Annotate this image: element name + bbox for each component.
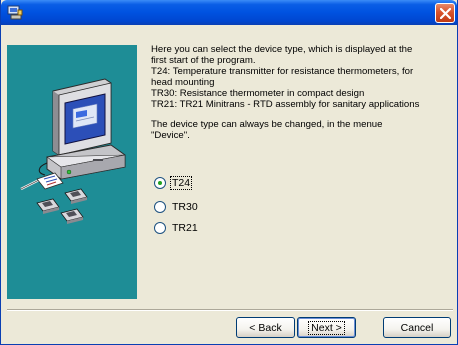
cancel-button[interactable]: Cancel bbox=[383, 317, 451, 338]
title-bar[interactable] bbox=[1, 0, 457, 25]
description-line: head mounting bbox=[151, 77, 215, 88]
back-button[interactable]: < Back bbox=[236, 317, 295, 338]
device-type-description: Here you can select the device type, whi… bbox=[151, 44, 456, 141]
back-button-label: < Back bbox=[249, 321, 282, 334]
computer-setup-illustration bbox=[20, 78, 126, 224]
close-icon bbox=[440, 8, 451, 19]
radio-label-tr30[interactable]: TR30 bbox=[171, 201, 199, 213]
button-separator bbox=[7, 309, 453, 311]
next-button-label: Next > bbox=[308, 320, 345, 335]
close-button[interactable] bbox=[435, 3, 455, 23]
description-line: first start of the program. bbox=[151, 55, 256, 66]
radio-option-t24[interactable]: T24 bbox=[154, 176, 193, 190]
radio-button-tr21[interactable] bbox=[154, 222, 166, 234]
setup-app-icon bbox=[7, 5, 23, 20]
radio-label-tr21[interactable]: TR21 bbox=[171, 222, 199, 234]
description-line: T24: Temperature transmitter for resista… bbox=[151, 66, 414, 77]
description-line: "Device". bbox=[151, 130, 190, 141]
radio-label-t24[interactable]: T24 bbox=[169, 176, 193, 190]
setup-wizard-window: Here you can select the device type, whi… bbox=[0, 0, 458, 345]
description-line: TR30: Resistance thermometer in compact … bbox=[151, 88, 365, 99]
radio-button-tr30[interactable] bbox=[154, 201, 166, 213]
cancel-button-label: Cancel bbox=[400, 321, 434, 334]
radio-button-t24[interactable] bbox=[154, 177, 166, 189]
next-button[interactable]: Next > bbox=[297, 317, 356, 338]
radio-option-tr21[interactable]: TR21 bbox=[154, 221, 199, 235]
wizard-side-panel bbox=[7, 45, 137, 299]
radio-option-tr30[interactable]: TR30 bbox=[154, 200, 199, 214]
description-line: Here you can select the device type, whi… bbox=[151, 44, 413, 55]
description-line: TR21: TR21 Minitrans - RTD assembly for … bbox=[151, 99, 420, 110]
description-line: The device type can always be changed, i… bbox=[151, 119, 383, 130]
